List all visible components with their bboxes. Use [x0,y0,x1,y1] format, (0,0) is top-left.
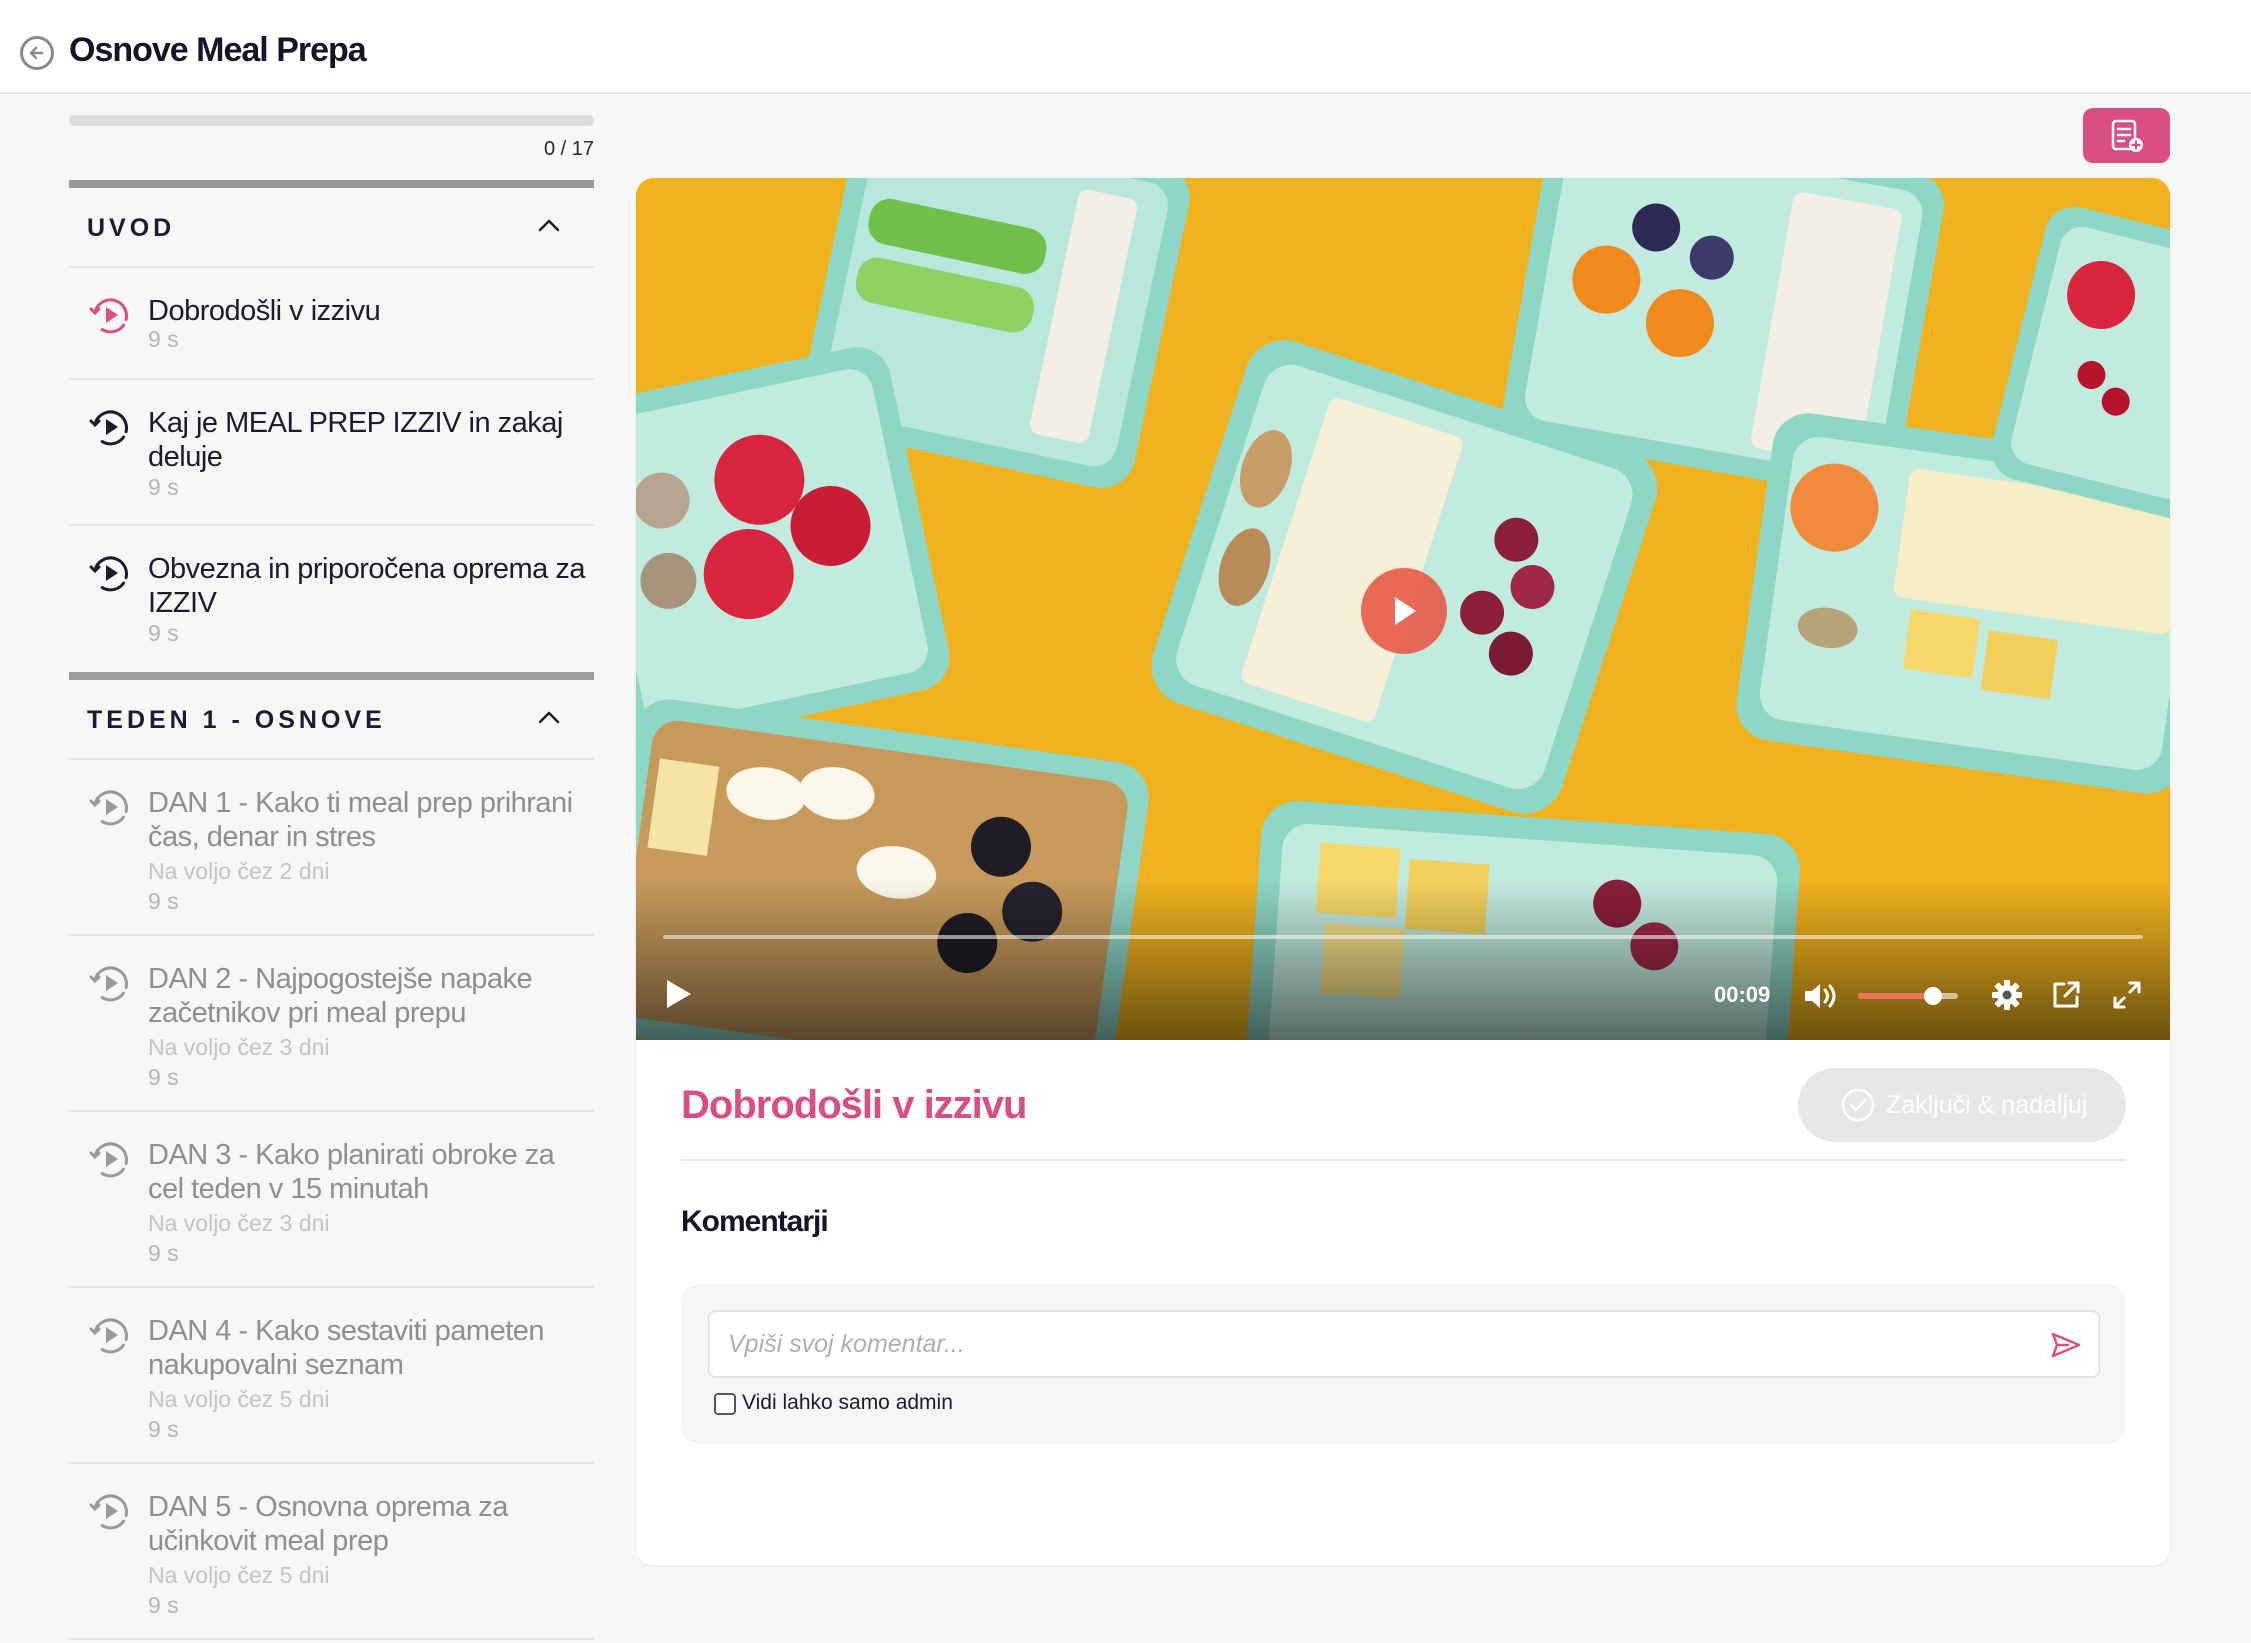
lesson-duration: 9 s [148,326,179,352]
lesson-title: DAN 1 - Kako ti meal prep prihrani čas, … [148,787,573,853]
lesson-item-locked[interactable]: DAN 3 - Kako planirati obroke za cel ted… [69,1112,594,1288]
section-header-teden-1[interactable]: TEDEN 1 - OSNOVE [69,680,594,760]
lesson-play-icon [89,1494,128,1530]
lesson-availability: Na voljo čez 5 dni [148,1386,330,1412]
comment-form: Vidi lahko samo admin [681,1284,2126,1444]
volume-slider[interactable] [1858,987,1958,1005]
lesson-duration: 9 s [148,620,179,646]
chevron-up-icon[interactable] [538,710,560,724]
lesson-title: DAN 4 - Kako sestaviti pameten nakupoval… [148,1315,545,1381]
lesson-availability: Na voljo čez 3 dni [148,1210,330,1236]
volume-icon[interactable] [1802,981,1840,1011]
course-progress-count: 0 / 17 [543,138,594,160]
video-progress-bar[interactable] [663,935,2143,939]
back-arrow-icon[interactable] [20,36,54,70]
lesson-card: 00:09 Dobrodošli v izzivu Zaključi & nad… [636,178,2170,1565]
video-controls-overlay [636,880,2170,1040]
settings-icon[interactable] [1991,979,2023,1011]
lesson-title: DAN 3 - Kako planirati obroke za cel ted… [148,1139,555,1205]
big-play-button[interactable] [1361,568,1447,654]
lesson-item-locked[interactable]: DAN 2 - Najpogostejše napake začetnikov … [69,936,594,1112]
lesson-item[interactable]: Dobrodošli v izzivu 9 s [69,268,594,380]
lesson-title: Obvezna in priporočena oprema za IZZIV [148,553,585,619]
section-divider [69,180,594,188]
volume-knob[interactable] [1924,987,1942,1005]
complete-and-continue-button[interactable]: Zaključi & nadaljuj [1798,1068,2126,1142]
section-title: TEDEN 1 - OSNOVE [87,706,386,734]
lesson-play-icon [89,1318,128,1354]
lesson-availability: Na voljo čez 2 dni [148,858,330,884]
admin-only-label: Vidi lahko samo admin [742,1391,953,1414]
lesson-duration: 9 s [148,1064,179,1090]
lesson-item[interactable]: Kaj je MEAL PREP IZZIV in zakaj deluje 9… [69,380,594,526]
check-circle-icon [1841,1088,1875,1122]
chevron-up-icon[interactable] [538,218,560,232]
lesson-play-icon [89,790,128,826]
lesson-duration: 9 s [148,888,179,914]
lesson-play-icon [89,966,128,1002]
course-sidebar: 0 / 17 UVOD Dobrodošli v izzivu 9 s Kaj … [69,94,594,1643]
lesson-title: Dobrodošli v izzivu [148,295,381,327]
section-header-uvod[interactable]: UVOD [69,188,594,268]
lesson-title: DAN 5 - Osnovna oprema za učinkovit meal… [148,1491,508,1557]
lesson-heading: Dobrodošli v izzivu [681,1083,1027,1127]
video-time: 00:09 [1714,982,1771,1007]
lesson-title: Kaj je MEAL PREP IZZIV in zakaj deluje [148,407,563,473]
fullscreen-icon[interactable] [2111,979,2143,1011]
play-icon[interactable] [664,978,694,1010]
lesson-title: DAN 2 - Najpogostejše napake začetnikov … [148,963,533,1029]
lesson-item-locked[interactable]: DAN 4 - Kako sestaviti pameten nakupoval… [69,1288,594,1464]
video-player[interactable]: 00:09 [636,178,2170,1040]
course-progress-bar [69,115,594,126]
section-divider [69,672,594,680]
complete-button-label: Zaključi & nadaljuj [1886,1090,2088,1119]
comments-title: Komentarji [681,1205,829,1238]
comment-input[interactable] [708,1310,2100,1378]
lesson-duration: 9 s [148,1240,179,1266]
lesson-duration: 9 s [148,474,179,500]
top-bar: Osnove Meal Prepa [0,0,2251,94]
lesson-play-icon [89,410,128,446]
notes-button[interactable] [2083,108,2170,163]
lesson-duration: 9 s [148,1416,179,1442]
lesson-availability: Na voljo čez 3 dni [148,1034,330,1060]
volume-level [1858,993,1933,999]
admin-only-checkbox[interactable] [714,1393,736,1415]
lesson-item-locked[interactable]: DAN 1 - Kako ti meal prep prihrani čas, … [69,760,594,936]
section-title: UVOD [87,214,176,242]
lesson-play-icon [89,556,128,592]
lesson-play-icon [89,1142,128,1178]
notes-icon [2111,119,2143,152]
course-title: Osnove Meal Prepa [69,31,367,69]
send-icon[interactable] [2050,1331,2082,1359]
popout-icon[interactable] [2050,979,2082,1011]
lesson-play-icon [89,298,128,334]
divider [681,1159,2126,1161]
lesson-availability: Na voljo čez 5 dni [148,1562,330,1588]
lesson-duration: 9 s [148,1592,179,1618]
lesson-item[interactable]: Obvezna in priporočena oprema za IZZIV 9… [69,526,594,672]
play-icon [1395,597,1416,625]
lesson-item-locked[interactable]: DAN 5 - Osnovna oprema za učinkovit meal… [69,1464,594,1640]
